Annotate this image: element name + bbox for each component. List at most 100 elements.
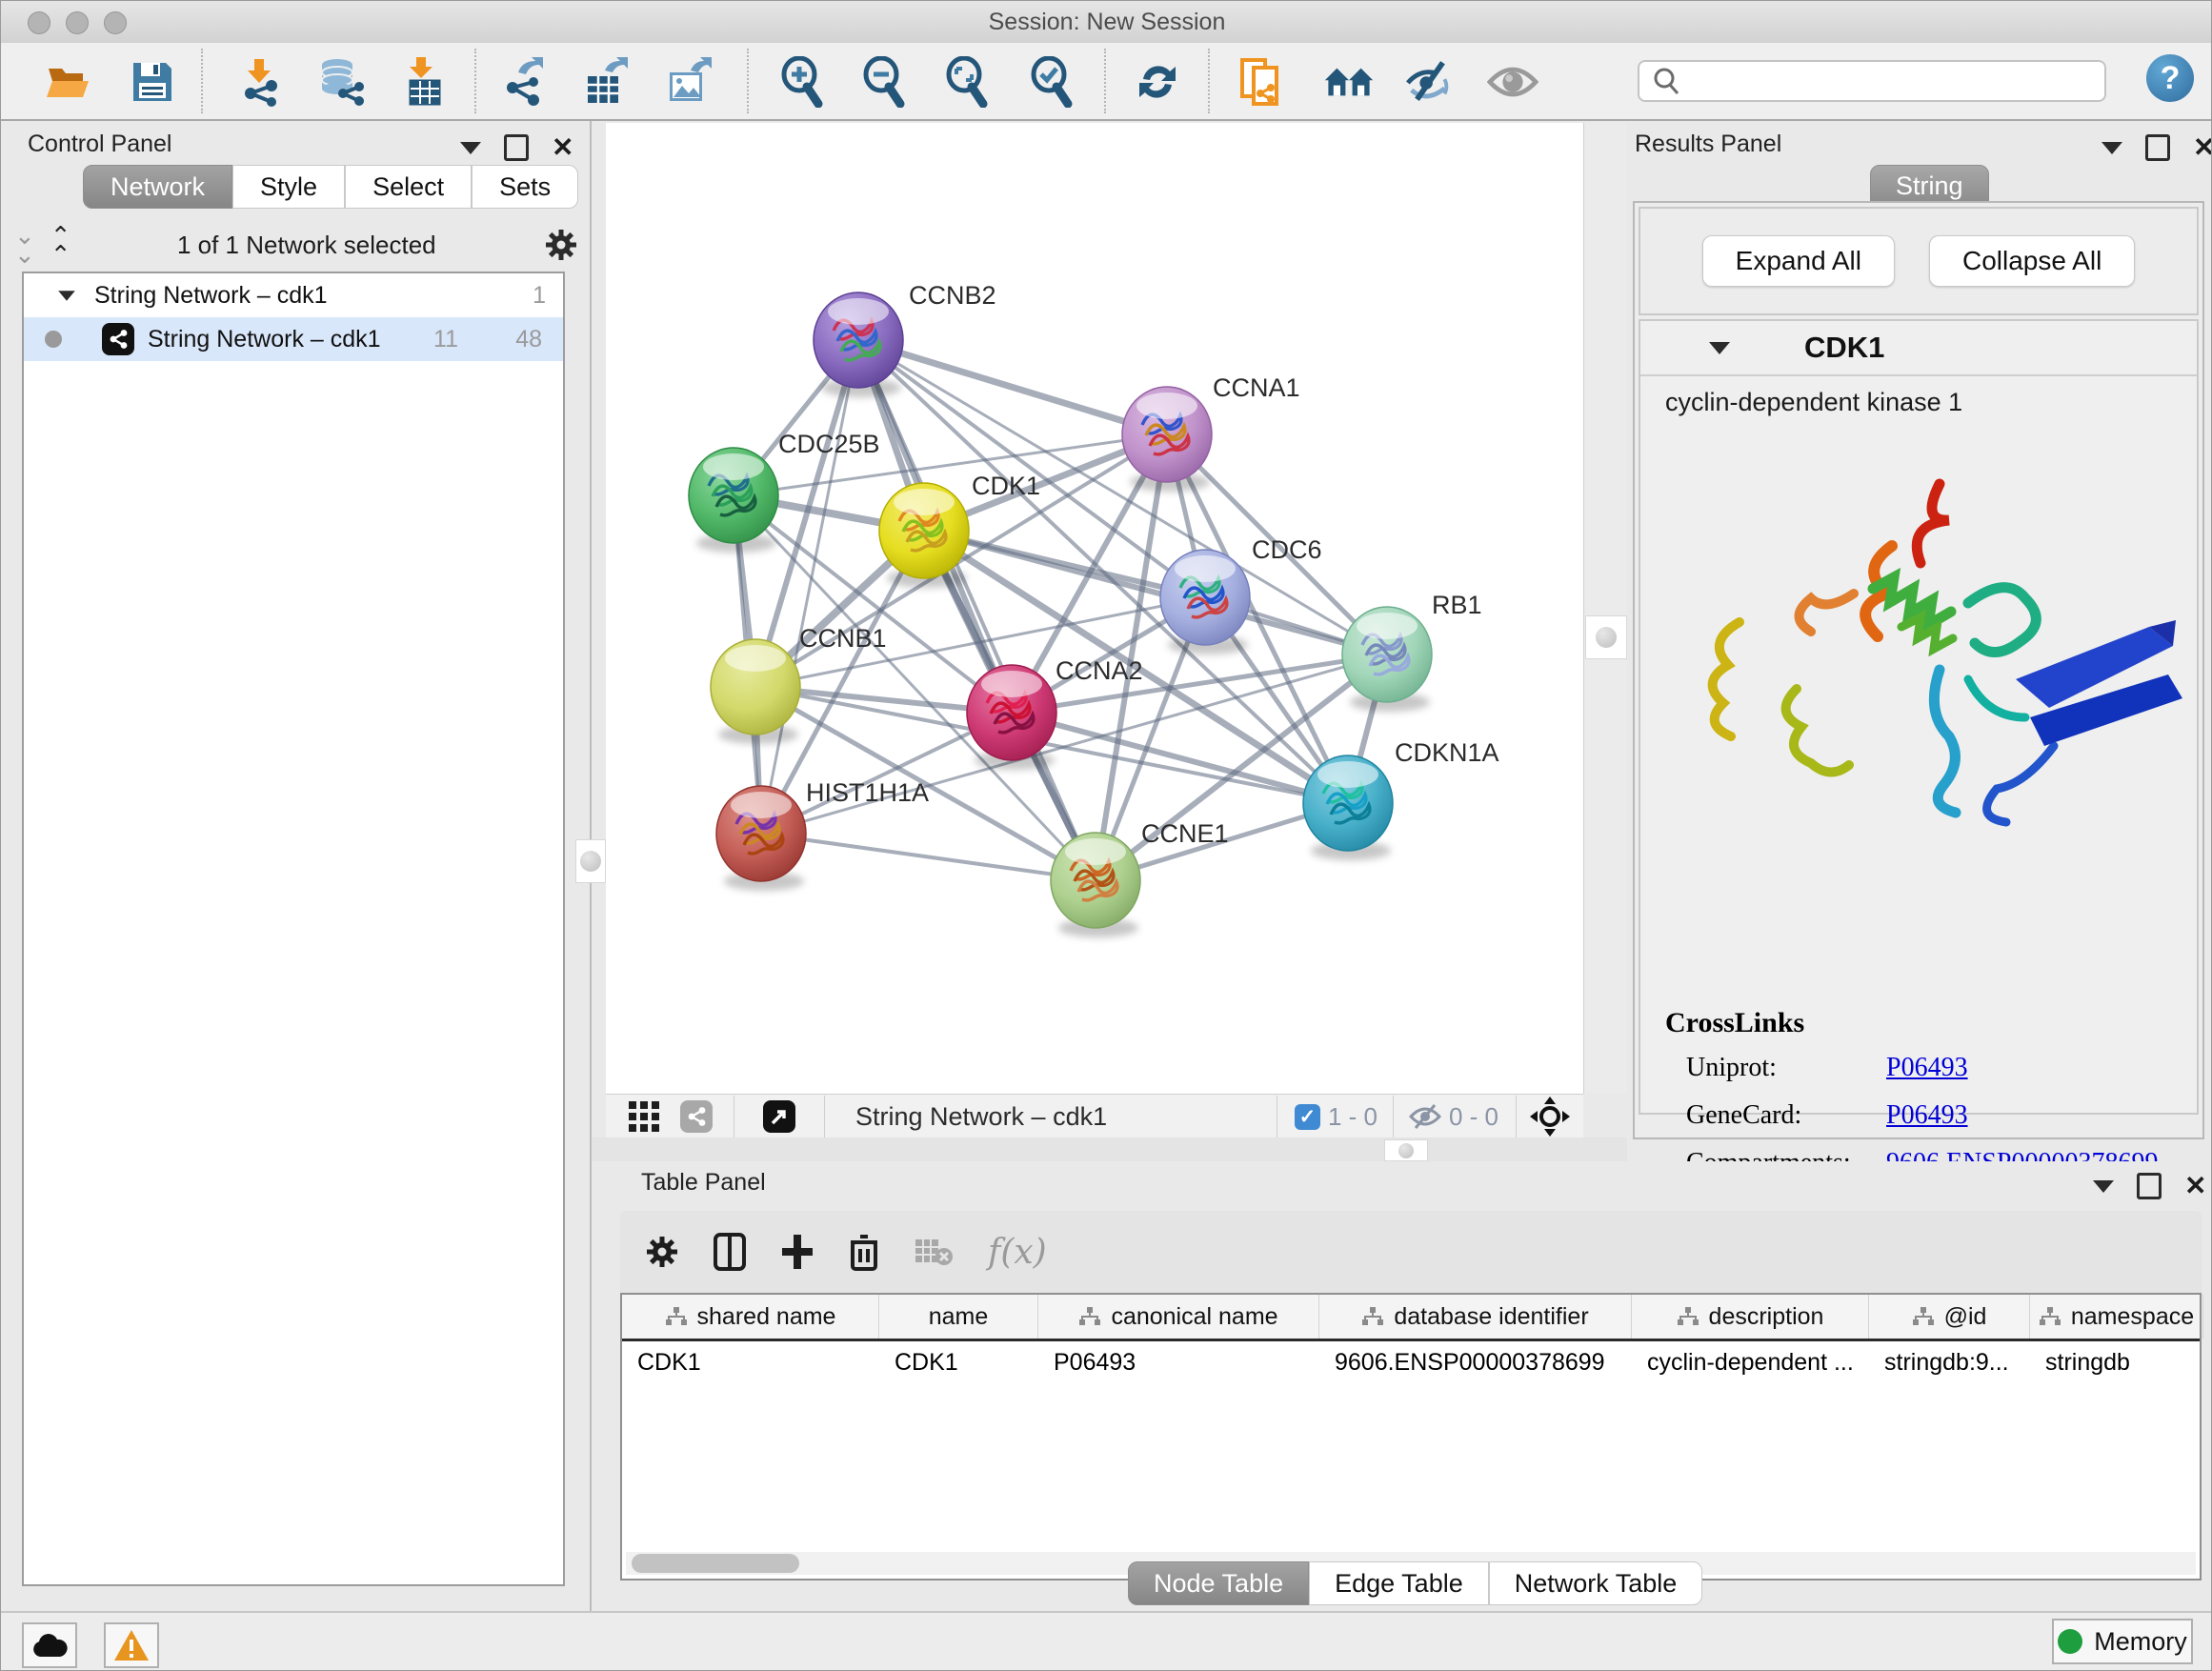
scrollbar-thumb[interactable] bbox=[632, 1554, 799, 1573]
import-network-from-database-button[interactable] bbox=[315, 56, 367, 108]
show-columns-icon[interactable] bbox=[714, 1233, 746, 1271]
node-RB1[interactable] bbox=[1342, 607, 1432, 712]
tab-style[interactable]: Style bbox=[232, 165, 345, 209]
cell-id[interactable]: stringdb:9... bbox=[1869, 1341, 2030, 1383]
cell-name[interactable]: CDK1 bbox=[879, 1341, 1038, 1383]
right-splitter[interactable] bbox=[1583, 123, 1630, 1094]
column-header-description[interactable]: description bbox=[1632, 1295, 1869, 1339]
edge-CCNB2-CCNA1[interactable] bbox=[858, 340, 1167, 434]
edge-CCNE1-HIST1H1A[interactable] bbox=[761, 834, 1096, 880]
network-row[interactable]: String Network – cdk1 11 48 bbox=[24, 317, 563, 361]
detach-view-icon[interactable] bbox=[763, 1100, 795, 1133]
network-collection-row[interactable]: String Network – cdk1 1 bbox=[24, 273, 563, 317]
node-CDK1[interactable] bbox=[879, 483, 969, 588]
cell-description[interactable]: cyclin-dependent ... bbox=[1632, 1341, 1869, 1383]
node-table: shared namenamecanonical namedatabase id… bbox=[620, 1293, 2202, 1580]
export-image-button[interactable] bbox=[665, 56, 716, 108]
cell-namespace[interactable]: stringdb bbox=[2030, 1341, 2203, 1383]
cell-sharedname[interactable]: CDK1 bbox=[622, 1341, 879, 1383]
column-header-name[interactable]: name bbox=[879, 1295, 1038, 1339]
left-splitter-handle[interactable] bbox=[575, 839, 606, 883]
tab-network-table[interactable]: Network Table bbox=[1489, 1561, 1703, 1605]
node-label-CDC25B: CDC25B bbox=[778, 430, 880, 458]
gear-icon[interactable] bbox=[544, 228, 578, 262]
search-input[interactable] bbox=[1693, 67, 2104, 95]
node-CDKN1A[interactable] bbox=[1303, 755, 1393, 860]
float-panel-icon[interactable] bbox=[2145, 134, 2170, 161]
node-CCNB1[interactable] bbox=[711, 639, 800, 744]
open-session-button[interactable] bbox=[43, 56, 94, 108]
zoom-out-button[interactable] bbox=[858, 56, 910, 108]
tab-edge-table[interactable]: Edge Table bbox=[1309, 1561, 1489, 1605]
copy-documents-icon bbox=[1238, 56, 1286, 108]
zoom-in-button[interactable] bbox=[776, 56, 828, 108]
network-view-type-icon[interactable] bbox=[680, 1100, 713, 1133]
node-CCNA2[interactable] bbox=[967, 665, 1056, 770]
hide-selected-button[interactable] bbox=[1404, 56, 1456, 108]
column-header-sharedname[interactable]: shared name bbox=[622, 1295, 879, 1339]
tab-network[interactable]: Network bbox=[83, 165, 232, 209]
node-HIST1H1A[interactable] bbox=[716, 786, 806, 891]
warning-status-button[interactable] bbox=[104, 1622, 159, 1668]
zoom-selected-button[interactable] bbox=[1026, 56, 1077, 108]
table-settings-gear-icon[interactable] bbox=[645, 1235, 679, 1269]
close-panel-icon[interactable]: ✕ bbox=[2184, 1176, 2206, 1197]
column-header-namespace[interactable]: namespace bbox=[2030, 1295, 2203, 1339]
export-table-button[interactable] bbox=[582, 56, 633, 108]
help-button[interactable]: ? bbox=[2146, 54, 2194, 102]
edge-CCNB2-HIST1H1A[interactable] bbox=[761, 340, 858, 834]
column-header-databaseidentifier[interactable]: database identifier bbox=[1319, 1295, 1632, 1339]
add-column-icon[interactable] bbox=[780, 1233, 814, 1271]
crosslink-link[interactable]: P06493 bbox=[1886, 1100, 1968, 1131]
network-edge-count: 48 bbox=[515, 326, 542, 353]
collapse-panel-icon[interactable] bbox=[2093, 1180, 2114, 1193]
column-header-canonicalname[interactable]: canonical name bbox=[1038, 1295, 1319, 1339]
tab-select[interactable]: Select bbox=[345, 165, 472, 209]
gene-section-header[interactable]: CDK1 bbox=[1640, 321, 2197, 376]
eye-slash-icon bbox=[1404, 58, 1456, 106]
cell-canonicalname[interactable]: P06493 bbox=[1038, 1341, 1319, 1383]
close-panel-icon[interactable]: ✕ bbox=[2193, 137, 2212, 158]
import-network-button[interactable] bbox=[234, 56, 286, 108]
table-row[interactable]: CDK1CDK1P064939606.ENSP00000378699cyclin… bbox=[622, 1341, 2200, 1383]
export-network-button[interactable] bbox=[498, 56, 550, 108]
network-list: String Network – cdk1 1 String Network –… bbox=[22, 272, 565, 1586]
collection-expander-icon[interactable] bbox=[58, 291, 75, 300]
collapse-panel-icon[interactable] bbox=[2101, 142, 2122, 154]
node-CCNE1[interactable] bbox=[1051, 833, 1140, 937]
gene-expander-icon[interactable] bbox=[1709, 342, 1730, 354]
delete-column-icon[interactable] bbox=[849, 1233, 879, 1271]
birdseye-view-icon[interactable] bbox=[1530, 1097, 1570, 1137]
eye-icon bbox=[1487, 62, 1538, 102]
node-CDC25B[interactable] bbox=[689, 448, 778, 553]
network-canvas[interactable]: CCNB2CCNA1CDC25BCDK1CDC6RB1CCNB1CCNA2CDK… bbox=[606, 123, 1583, 1094]
tab-sets[interactable]: Sets bbox=[472, 165, 578, 209]
save-session-button[interactable] bbox=[127, 56, 178, 108]
cell-databaseidentifier[interactable]: 9606.ENSP00000378699 bbox=[1319, 1341, 1632, 1383]
import-table-button[interactable] bbox=[399, 56, 451, 108]
crosslink-link[interactable]: P06493 bbox=[1886, 1053, 1968, 1083]
update-data-button[interactable] bbox=[1132, 56, 1183, 108]
cloud-status-button[interactable] bbox=[22, 1622, 77, 1668]
close-panel-icon[interactable]: ✕ bbox=[552, 137, 573, 158]
float-panel-icon[interactable] bbox=[504, 134, 529, 161]
float-panel-icon[interactable] bbox=[2137, 1173, 2162, 1199]
horizontal-splitter-handle[interactable] bbox=[1384, 1139, 1428, 1161]
collapse-all-networks-icon[interactable]: ⌄⌄ bbox=[14, 226, 33, 264]
expand-all-button[interactable]: Expand All bbox=[1702, 235, 1895, 287]
right-splitter-handle[interactable] bbox=[1585, 615, 1627, 659]
first-neighbors-button[interactable] bbox=[1323, 56, 1375, 108]
column-header-id[interactable]: @id bbox=[1869, 1295, 2030, 1339]
node-CCNA1[interactable] bbox=[1122, 387, 1212, 492]
memory-button[interactable]: Memory bbox=[2052, 1619, 2193, 1664]
grid-view-icon[interactable] bbox=[627, 1099, 661, 1134]
clone-network-button[interactable] bbox=[1237, 56, 1288, 108]
window-title: Session: New Session bbox=[1, 9, 2212, 36]
tab-node-table[interactable]: Node Table bbox=[1128, 1561, 1309, 1605]
crosslink-row: GeneCard:P06493 bbox=[1665, 1100, 2158, 1131]
collapse-all-button[interactable]: Collapse All bbox=[1929, 235, 2135, 287]
expand-all-networks-icon[interactable]: ⌃⌃ bbox=[50, 226, 70, 264]
collapse-panel-icon[interactable] bbox=[460, 142, 481, 154]
show-all-button[interactable] bbox=[1487, 56, 1538, 108]
zoom-fit-button[interactable] bbox=[941, 56, 993, 108]
